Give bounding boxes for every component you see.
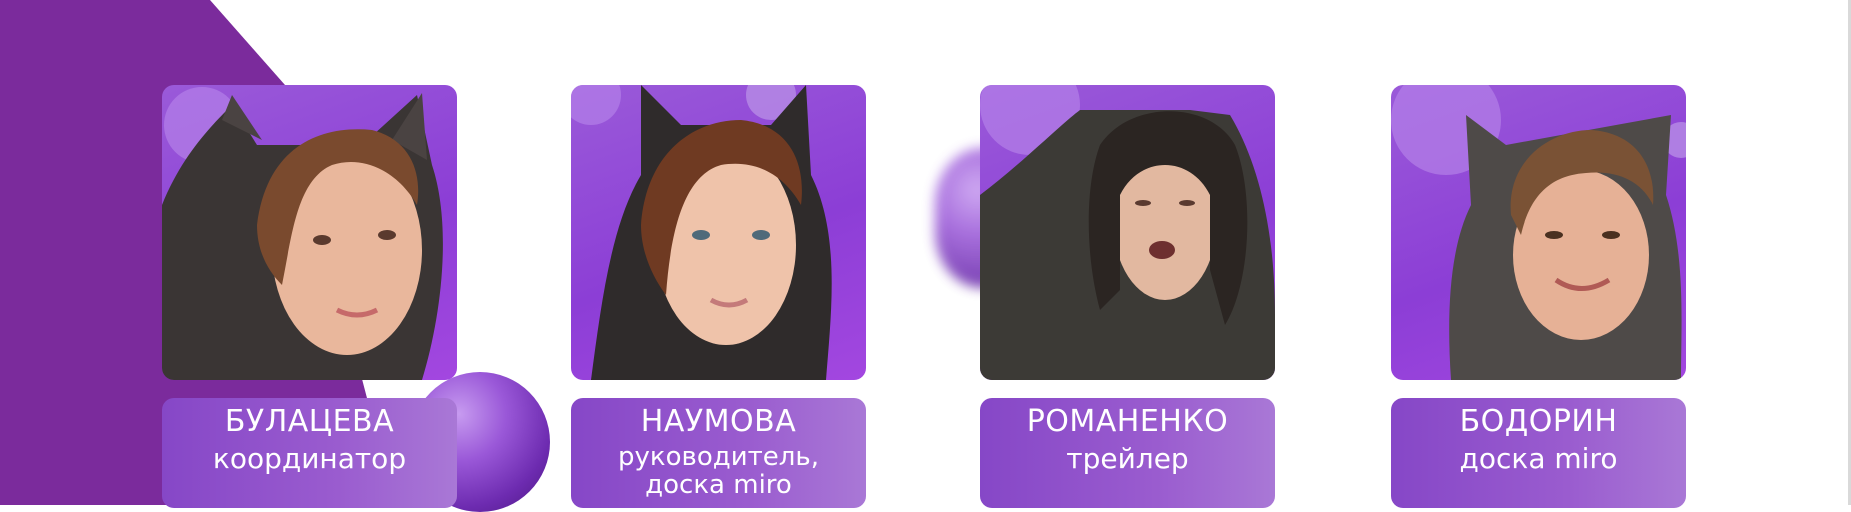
member-name: РОМАНЕНКО [1026,404,1229,439]
member-card: БОДОРИН доска miro [1391,398,1686,508]
member-role: доска miro [1459,442,1618,475]
member-name: НАУМОВА [640,404,797,439]
member-photo [980,85,1275,380]
member-role: руководитель, доска miro [618,442,819,500]
member-photo [1391,85,1686,380]
member-photo [571,85,866,380]
member-role: трейлер [1066,442,1189,475]
wolf-portrait-illustration [162,87,443,380]
member-card: НАУМОВА руководитель, доска miro [571,398,866,508]
wolf-portrait-illustration [980,85,1275,380]
wolf-portrait-illustration [571,85,832,380]
member-photo [162,85,457,380]
member-card: РОМАНЕНКО трейлер [980,398,1275,508]
member-card: БУЛАЦЕВА координатор [162,398,457,508]
member-name: БОДОРИН [1459,404,1618,439]
member-name: БУЛАЦЕВА [224,404,395,439]
wolf-portrait-illustration [1391,85,1686,380]
member-role: координатор [212,442,407,475]
